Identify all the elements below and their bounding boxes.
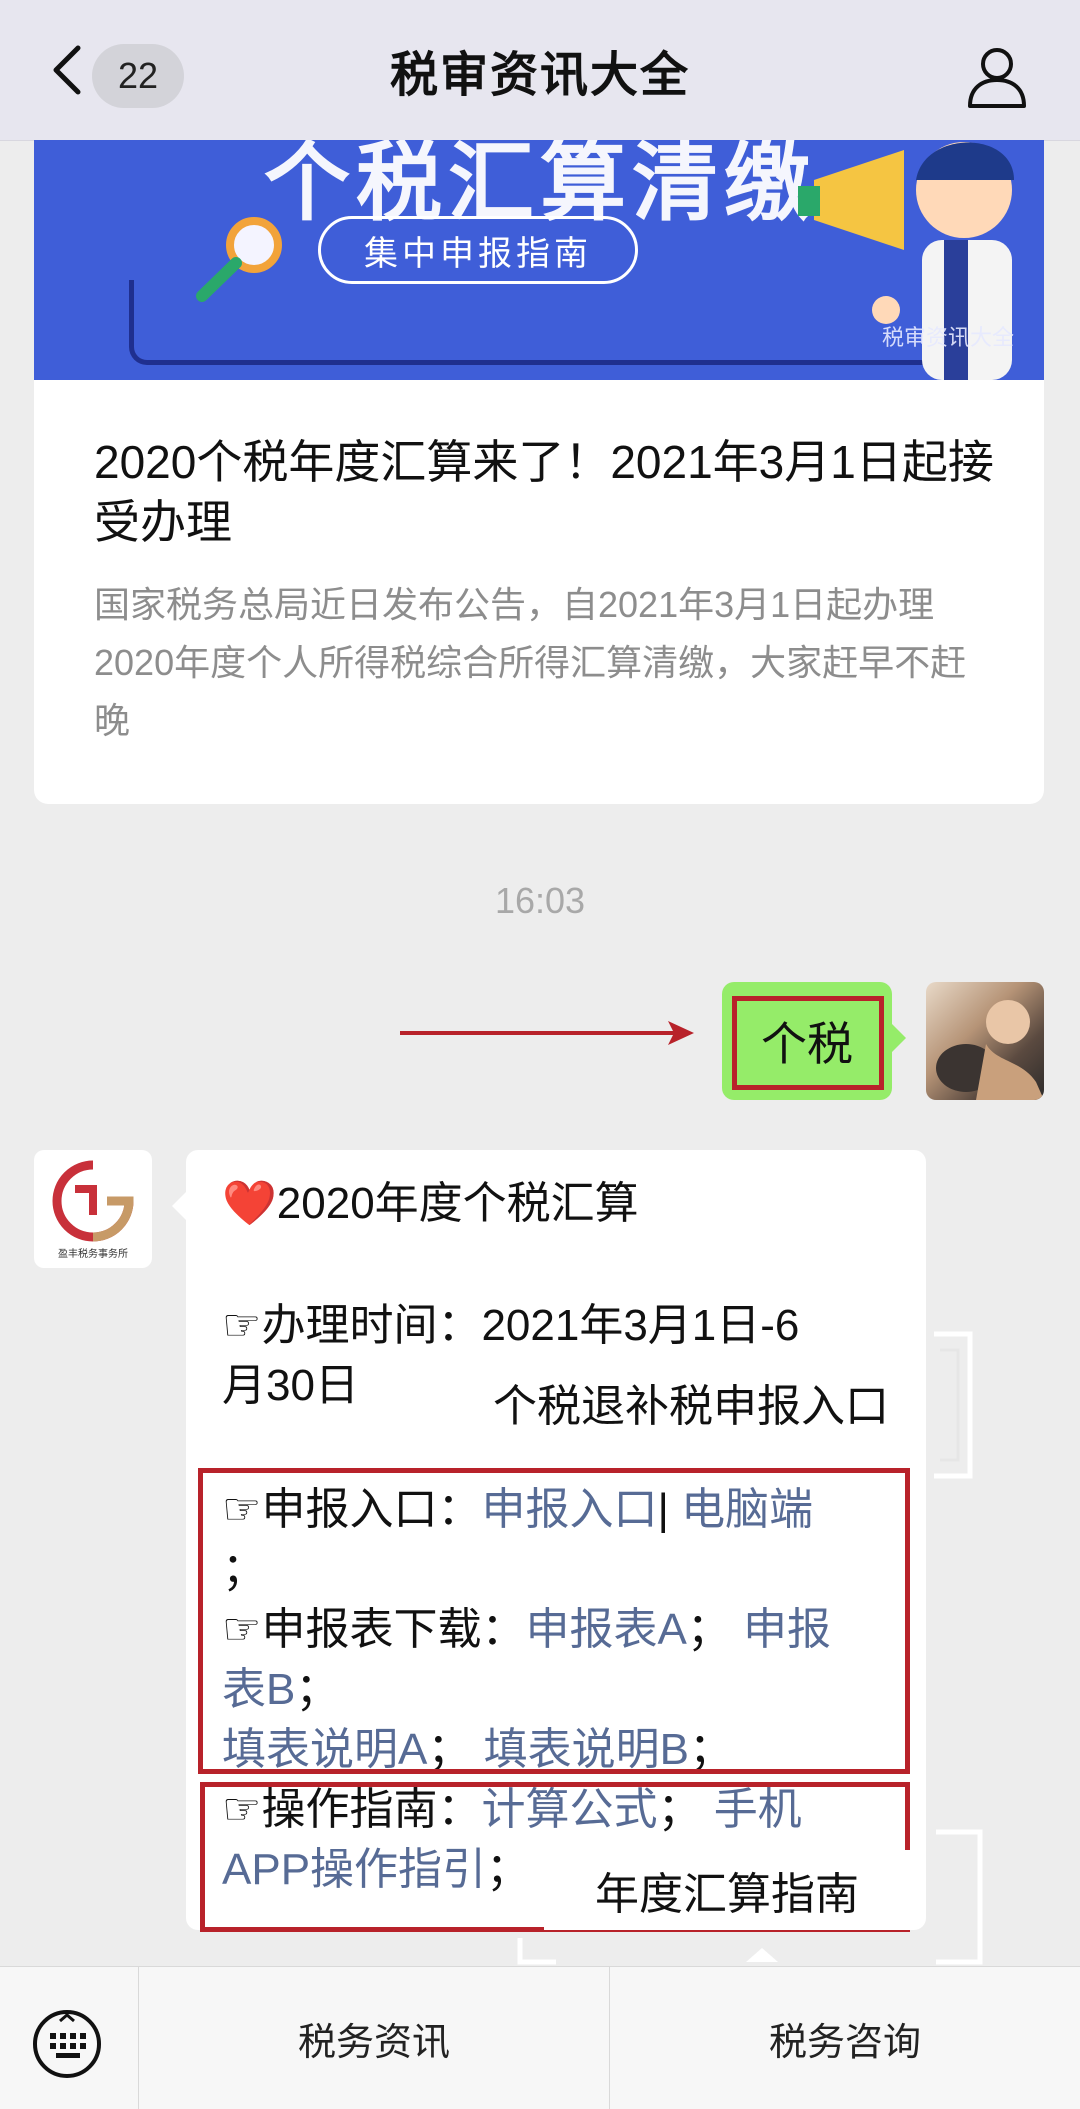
- highlight-box-entries: [198, 1468, 910, 1774]
- menu-tab-tax-news[interactable]: 税务资讯: [139, 1967, 609, 2109]
- red-arrow-icon: [400, 1021, 694, 1045]
- time-label: ☞办理时间：: [222, 1301, 482, 1350]
- handling-time-line: ☞办理时间：2021年3月1日-6: [222, 1296, 799, 1356]
- reply-heading: ❤️2020年度个税汇算: [222, 1179, 639, 1228]
- avatar-photo-icon: [936, 1000, 1044, 1100]
- keyboard-toggle-icon[interactable]: [30, 2007, 104, 2081]
- article-banner-image[interactable]: 个税汇算清缴 集中申报指南 税审资讯大全: [34, 140, 1044, 380]
- chat-title: 税审资讯大全: [389, 49, 690, 102]
- overlay-label-tax-entry: 个税退补税申报入口: [456, 1354, 926, 1450]
- back-chevron-icon[interactable]: [40, 40, 100, 100]
- banner-watermark: 税审资讯大全: [881, 325, 1014, 350]
- bot-avatar[interactable]: 盈丰税务事务所: [34, 1150, 152, 1268]
- overlay-bracket-1: [934, 1331, 973, 1479]
- overlay-bracket-2: [517, 1829, 983, 1965]
- article-card[interactable]: 2020个税年度汇算来了！2021年3月1日起接受办理 国家税务总局近日发布公告…: [34, 380, 1044, 804]
- profile-icon[interactable]: [964, 44, 1030, 110]
- bot-avatar-caption: 盈丰税务事务所: [58, 1248, 128, 1260]
- time-value: 2021年3月1日-6: [481, 1301, 800, 1350]
- service-menu-bar: 税务资讯 税务咨询: [0, 1966, 1080, 2109]
- unread-count-badge[interactable]: 22: [92, 44, 184, 108]
- banner-pill: 集中申报指南: [318, 216, 638, 284]
- article-title: 2020个税年度汇算来了！2021年3月1日起接受办理: [94, 436, 994, 548]
- nav-bar: 22 税审资讯大全: [0, 0, 1080, 141]
- highlight-box-outgoing: [732, 996, 884, 1090]
- menu-tab-tax-consult[interactable]: 税务咨询: [610, 1967, 1080, 2109]
- article-summary: 国家税务总局近日发布公告，自2021年3月1日起办理2020年度个人所得税综合所…: [94, 584, 967, 741]
- firm-logo-icon: [52, 1160, 134, 1241]
- message-timestamp: 16:03: [494, 880, 586, 921]
- time-value-continued: 月30日: [222, 1361, 359, 1410]
- my-avatar[interactable]: [926, 982, 1044, 1100]
- magnifier-icon: [196, 217, 282, 302]
